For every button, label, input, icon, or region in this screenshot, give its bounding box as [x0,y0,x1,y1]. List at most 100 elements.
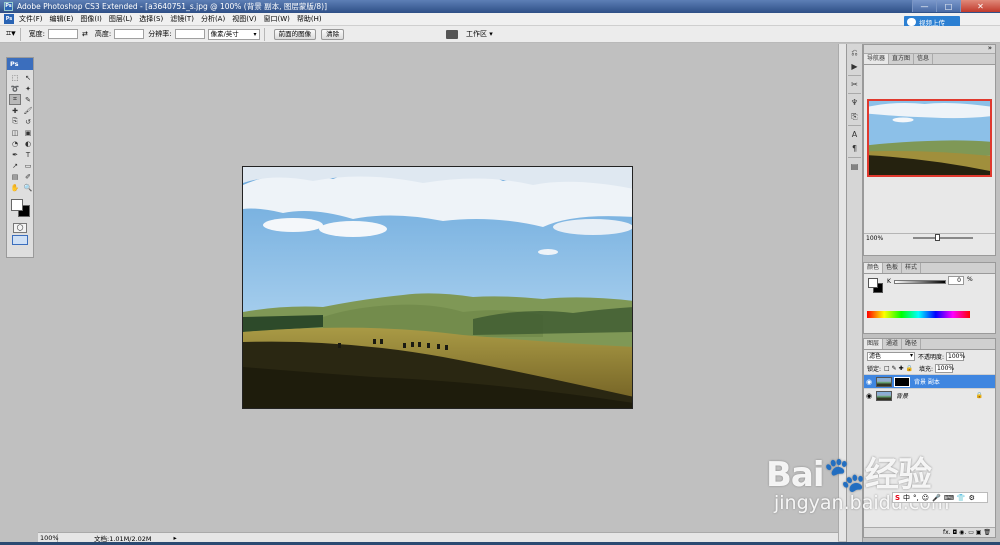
menu-filter[interactable]: 滤镜(T) [170,14,194,24]
preset-dropdown-icon[interactable]: ▾ [11,29,16,39]
clone-stamp-tool-icon[interactable]: ⎘ [9,116,21,127]
tab-color[interactable]: 颜色 [864,263,884,273]
tab-paths[interactable]: 路径 [902,339,922,349]
document-canvas[interactable] [242,166,633,409]
ime-settings-icon[interactable]: ⚙ [969,494,975,502]
clear-button[interactable]: 清除 [321,28,345,40]
ime-skin-icon[interactable]: 👕 [957,494,966,502]
menu-image[interactable]: 图像(I) [80,14,102,24]
visibility-eye-icon[interactable]: ◉ [864,392,874,400]
blur-tool-icon[interactable]: ◔ [9,138,21,149]
notes-tool-icon[interactable]: ▤ [9,171,21,182]
crop-tool-icon[interactable]: ⌗ [9,94,21,105]
type-tool-icon[interactable]: T [22,149,34,160]
screen-mode-icon[interactable] [12,235,28,245]
minimize-button[interactable]: — [912,0,936,12]
panel-collapse-bar[interactable] [864,44,995,54]
tool-presets-icon[interactable]: ✂ [849,79,860,90]
path-select-tool-icon[interactable]: ↗ [9,160,21,171]
tab-layers[interactable]: 图层 [864,339,884,349]
quick-mask-icon[interactable]: ◯ [13,223,27,233]
paragraph-panel-icon[interactable]: ¶ [849,143,860,154]
menu-select[interactable]: 选择(S) [139,14,163,24]
menu-analysis[interactable]: 分析(A) [201,14,225,24]
brush-tool-icon[interactable]: 🖌 [22,105,34,116]
magic-wand-tool-icon[interactable]: ✦ [22,83,34,94]
divider [848,75,861,76]
front-image-button[interactable]: 前面的图像 [273,28,317,40]
document-size-readout: 文档:1.01M/2.02M [94,534,152,543]
status-zoom-field[interactable]: 100% [38,533,59,542]
layer-comps-icon[interactable]: ▤ [849,161,860,172]
layer-actions-icons[interactable]: fx. ◘ ◉. ▭ ▣ 🗑 [943,529,991,536]
menu-file[interactable]: 文件(F) [19,14,43,24]
k-channel-slider[interactable] [894,280,946,284]
workspace-switcher[interactable]: 工作区 ▾ [446,27,493,41]
menu-view[interactable]: 视图(V) [232,14,256,24]
menu-edit[interactable]: 编辑(E) [50,14,74,24]
visibility-eye-icon[interactable]: ◉ [864,378,874,386]
tab-histogram[interactable]: 直方图 [889,54,915,64]
foreground-color-swatch[interactable] [11,199,23,211]
ime-keyboard-icon[interactable]: ⌨ [944,494,954,502]
history-panel-icon[interactable]: ⎌ [849,47,860,58]
tab-info[interactable]: 信息 [914,54,934,64]
k-channel-input[interactable]: 0 [948,276,964,285]
menu-layer[interactable]: 图层(L) [109,14,132,24]
pen-tool-icon[interactable]: ✒ [9,149,21,160]
navigator-thumbnail[interactable] [867,99,992,177]
hand-tool-icon[interactable]: ✋ [9,182,21,193]
blend-mode-select[interactable]: 滤色 [867,351,915,361]
slice-tool-icon[interactable]: ✎ [22,94,34,105]
opacity-input[interactable]: 100% [946,351,965,361]
actions-panel-icon[interactable]: ▶ [849,61,860,72]
color-spectrum-bar[interactable] [867,311,970,318]
marquee-tool-icon[interactable]: ⬚ [9,72,21,83]
healing-brush-tool-icon[interactable]: ✚ [9,105,21,116]
height-input[interactable] [114,29,145,39]
lasso-tool-icon[interactable]: ➰ [9,83,21,94]
brushes-panel-icon[interactable]: ♆ [849,97,860,108]
ime-chinese-mode[interactable]: 中 [903,493,910,503]
lock-icons[interactable]: □ ✎ ✚ 🔒 [884,365,913,372]
tab-swatches[interactable]: 色板 [883,263,903,273]
swap-icon[interactable]: ⇄ [82,30,88,38]
ime-punctuation-icon[interactable]: °, [913,494,919,502]
maximize-button[interactable]: □ [936,0,960,12]
ime-voice-icon[interactable]: 🎤 [932,494,941,502]
clone-source-icon[interactable]: ⎘ [849,111,860,122]
eraser-tool-icon[interactable]: ◫ [9,127,21,138]
ime-emoji-icon[interactable]: ☺ [922,494,929,502]
dodge-tool-icon[interactable]: ◐ [22,138,34,149]
layer-mask-thumbnail[interactable] [894,376,910,387]
layer-row-background-copy[interactable]: ◉ 背景 副本 [864,374,995,388]
menu-help[interactable]: 帮助(H) [297,14,322,24]
resolution-unit-select[interactable]: 像素/英寸 [207,28,260,40]
ps-menu-icon[interactable]: Ps [4,14,14,24]
width-input[interactable] [47,29,78,39]
character-panel-icon[interactable]: A [849,129,860,140]
tab-channels[interactable]: 通道 [883,339,903,349]
zoom-tool-icon[interactable]: 🔍 [22,182,34,193]
toolbox-header[interactable]: Ps [7,58,33,70]
close-button[interactable]: ✕ [960,0,1000,12]
layer-row-background[interactable]: ◉ 背景 🔒 [864,388,995,402]
menu-window[interactable]: 窗口(W) [263,14,289,24]
navigator-zoom-slider[interactable] [913,234,974,241]
eyedropper-tool-icon[interactable]: ✐ [22,171,34,182]
panel-foreground-swatch[interactable] [868,278,878,288]
fill-input[interactable]: 100% [934,363,954,373]
history-brush-tool-icon[interactable]: ↺ [22,116,34,127]
gradient-tool-icon[interactable]: ▣ [22,127,34,138]
tab-styles[interactable]: 样式 [902,263,922,273]
sogou-ime-icon[interactable]: S [895,494,900,502]
tab-navigator[interactable]: 导航器 [864,54,890,64]
shape-tool-icon[interactable]: ▭ [22,160,34,171]
status-menu-arrow-icon[interactable]: ▸ [174,534,177,542]
resolution-input[interactable] [174,29,205,39]
move-tool-icon[interactable]: ↖ [22,72,34,83]
baidu-watermark: Bai🐾经验 jingyan.baidu.com [766,447,949,514]
navigator-zoom-value[interactable]: 100% [866,235,883,242]
workspace-icon [446,29,458,39]
slider-knob[interactable] [935,234,941,241]
